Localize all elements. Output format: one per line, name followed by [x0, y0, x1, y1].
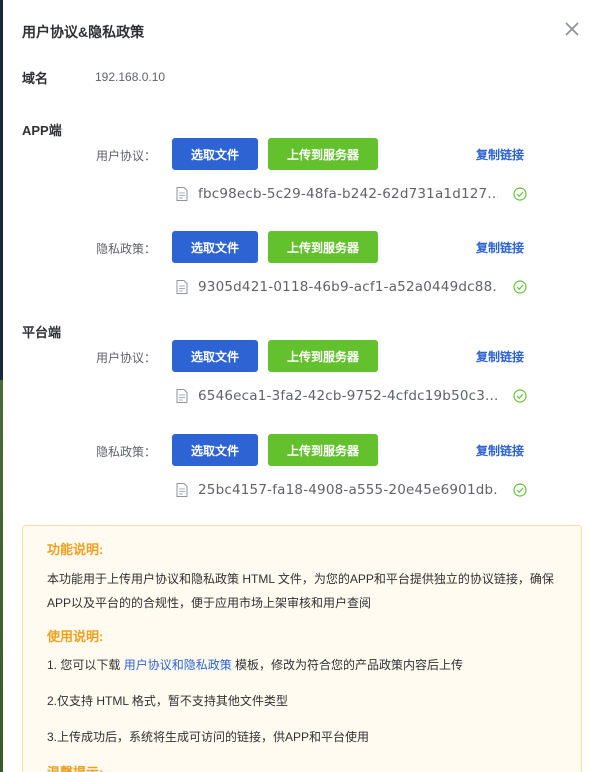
upload-button[interactable]: 上传到服务器 — [268, 138, 378, 170]
row-label-app-privacy: 隐私政策： — [96, 242, 157, 256]
copy-link[interactable]: 复制链接 — [476, 442, 524, 459]
row-label-platform-user: 用户协议： — [96, 351, 157, 365]
file-item[interactable]: 6546eca1-3fa2-42cb-9752-4cfdc19b50c3.... — [176, 387, 498, 405]
check-circle-icon — [513, 280, 527, 294]
check-circle-icon — [513, 483, 527, 497]
file-name: 25bc4157-fa18-4908-a555-20e45e6901db... — [198, 482, 498, 498]
usage-item-2: 2.仅支持 HTML 格式，暂不支持其他文件类型 — [47, 694, 288, 708]
select-file-button[interactable]: 选取文件 — [172, 138, 258, 170]
upload-button[interactable]: 上传到服务器 — [268, 340, 378, 372]
template-download-link[interactable]: 用户协议和隐私政策 — [124, 658, 232, 672]
tips-heading: 温馨提示: — [47, 762, 103, 772]
file-name: 9305d421-0118-46b9-acf1-a52a0449dc88... — [198, 279, 498, 295]
file-item[interactable]: 25bc4157-fa18-4908-a555-20e45e6901db... — [176, 481, 498, 499]
row-label-platform-privacy: 隐私政策： — [96, 445, 157, 459]
dialog-title: 用户协议&隐私政策 — [22, 24, 145, 40]
check-circle-icon — [513, 389, 527, 403]
copy-link[interactable]: 复制链接 — [476, 146, 524, 163]
upload-button[interactable]: 上传到服务器 — [268, 434, 378, 466]
copy-link[interactable]: 复制链接 — [476, 239, 524, 256]
row-label-app-user: 用户协议： — [96, 149, 157, 163]
section-title-app: APP端 — [22, 123, 62, 138]
file-icon — [176, 280, 188, 294]
upload-button[interactable]: 上传到服务器 — [268, 231, 378, 263]
info-panel: 功能说明: 本功能用于上传用户协议和隐私政策 HTML 文件，为您的APP和平台… — [22, 525, 582, 772]
agreement-dialog: 用户协议&隐私政策 域名 192.168.0.10 APP端 用户协议： 选取文… — [3, 0, 591, 772]
select-file-button[interactable]: 选取文件 — [172, 340, 258, 372]
file-icon — [176, 187, 188, 201]
usage-item-3: 3.上传成功后，系统将生成可访问的链接，供APP和平台使用 — [47, 730, 370, 744]
func-heading: 功能说明: — [47, 542, 104, 557]
select-file-button[interactable]: 选取文件 — [172, 231, 258, 263]
select-file-button[interactable]: 选取文件 — [172, 434, 258, 466]
domain-value: 192.168.0.10 — [95, 70, 166, 84]
section-title-platform: 平台端 — [22, 325, 62, 340]
usage-1-prefix: 1. 您可以下载 — [47, 658, 124, 672]
copy-link[interactable]: 复制链接 — [476, 348, 524, 365]
close-icon[interactable] — [561, 18, 583, 40]
file-item[interactable]: fbc98ecb-5c29-48fa-b242-62d731a1d127.... — [176, 185, 498, 203]
file-item[interactable]: 9305d421-0118-46b9-acf1-a52a0449dc88... — [176, 278, 498, 296]
file-name: fbc98ecb-5c29-48fa-b242-62d731a1d127.... — [198, 186, 498, 202]
file-icon — [176, 389, 188, 403]
usage-1-suffix: 模板，修改为符合您的产品政策内容后上传 — [231, 658, 464, 672]
check-circle-icon — [513, 187, 527, 201]
file-name: 6546eca1-3fa2-42cb-9752-4cfdc19b50c3.... — [198, 388, 498, 404]
func-text: 本功能用于上传用户协议和隐私政策 HTML 文件，为您的APP和平台提供独立的协… — [47, 572, 554, 610]
usage-item-1: 1. 您可以下载 用户协议和隐私政策 模板，修改为符合您的产品政策内容后上传 — [47, 653, 567, 677]
domain-label: 域名 — [22, 71, 49, 86]
file-icon — [176, 483, 188, 497]
usage-heading: 使用说明: — [47, 629, 104, 644]
